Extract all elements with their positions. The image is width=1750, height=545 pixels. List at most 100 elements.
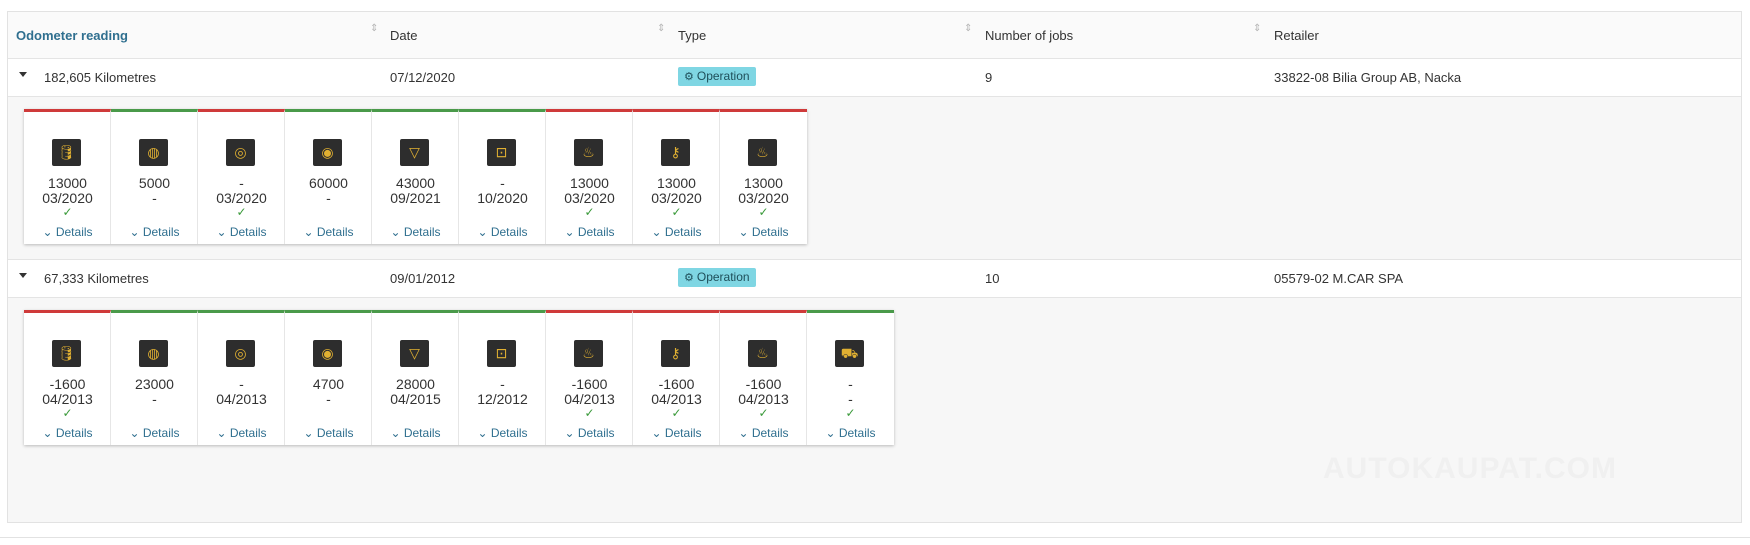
- sort-icon[interactable]: ⇕: [370, 24, 378, 34]
- check-icon: ✓: [758, 406, 769, 420]
- check-icon: ✓: [62, 205, 73, 219]
- service-tile: ◎ -04/2013 ⌄ Details: [198, 310, 285, 445]
- gear-icon: ⚙: [684, 272, 694, 284]
- details-link[interactable]: ⌄ Details: [24, 426, 111, 440]
- service-tile: ◍ 23000- ⌄ Details: [111, 310, 198, 445]
- car-service-icon: ⊡: [487, 139, 516, 166]
- tile-mileage: 13000: [657, 175, 696, 191]
- service-tile: 🛢 -1600 04/2013 ✓ ⌄ Details: [24, 310, 111, 445]
- tile-date: 10/2020: [477, 190, 528, 206]
- retailer-value: 33822-08 Bilia Group AB, Nacka: [1274, 70, 1462, 85]
- jobs-value: 9: [985, 70, 993, 85]
- details-link[interactable]: ⌄ Details: [285, 225, 372, 239]
- details-link[interactable]: ⌄ Details: [720, 426, 807, 440]
- tile-date: 03/2020: [738, 190, 789, 206]
- service-tile: ♨ -1600 04/2013 ✓ ⌄ Details: [546, 310, 633, 445]
- details-link[interactable]: ⌄ Details: [459, 426, 546, 440]
- details-link[interactable]: ⌄ Details: [720, 225, 807, 239]
- table-row[interactable]: 67,333 Kilometres 09/01/2012 ⚙ Operation …: [8, 259, 1741, 298]
- service-tile: ◎ -03/2020 ✓ ⌄ Details: [198, 109, 285, 244]
- details-link[interactable]: ⌄ Details: [546, 225, 633, 239]
- header-date[interactable]: Date: [390, 28, 417, 43]
- details-link[interactable]: ⌄ Details: [372, 426, 459, 440]
- header-odometer[interactable]: Odometer reading: [16, 28, 128, 43]
- tile-mileage: -: [239, 376, 244, 392]
- tile-date: -: [326, 391, 331, 407]
- tile-mileage: -: [848, 376, 853, 392]
- tile-date: 04/2015: [390, 391, 441, 407]
- odometer-value: 67,333 Kilometres: [44, 271, 149, 286]
- jobs-value: 10: [985, 271, 1000, 286]
- spark-plug-icon: ⚷: [661, 340, 690, 367]
- details-link[interactable]: ⌄ Details: [198, 426, 285, 440]
- tile-date: 04/2013: [738, 391, 789, 407]
- header-retailer[interactable]: Retailer: [1274, 28, 1319, 43]
- engine-oil-icon: ♨: [748, 139, 777, 166]
- tile-mileage: -1600: [49, 376, 86, 392]
- tile-mileage: -1600: [658, 376, 695, 392]
- details-link[interactable]: ⌄ Details: [24, 225, 111, 239]
- details-link[interactable]: ⌄ Details: [633, 225, 720, 239]
- check-icon: ✓: [758, 205, 769, 219]
- tile-date: -: [848, 391, 853, 407]
- type-badge: ⚙ Operation: [678, 268, 756, 287]
- sort-icon[interactable]: ⇕: [1253, 24, 1261, 34]
- brake-pad-icon: ◉: [313, 139, 342, 166]
- check-icon: ✓: [236, 205, 247, 219]
- check-icon: ✓: [671, 406, 682, 420]
- check-icon: ✓: [584, 406, 595, 420]
- tile-date: 03/2020: [564, 190, 615, 206]
- service-tile: ▽ 43000 09/2021 ⌄ Details: [372, 109, 459, 244]
- brake-disc-icon: ◎: [226, 139, 255, 166]
- header-type[interactable]: Type: [678, 28, 706, 43]
- service-tile: ♨ -1600 04/2013 ✓ ⌄ Details: [720, 310, 807, 445]
- details-link[interactable]: ⌄ Details: [546, 426, 633, 440]
- tile-mileage: -: [500, 175, 505, 191]
- tile-mileage: 43000: [396, 175, 435, 191]
- service-tile: 🛢 13000 03/2020 ✓ ⌄ Details: [24, 109, 111, 244]
- brake-icon: ◍: [139, 139, 168, 166]
- table-header: Odometer reading ⇕ Date ⇕ Type ⇕ Number …: [8, 12, 1741, 59]
- sort-icon[interactable]: ⇕: [657, 24, 665, 34]
- header-jobs[interactable]: Number of jobs: [985, 28, 1073, 43]
- sort-icon[interactable]: ⇕: [964, 24, 972, 34]
- details-link[interactable]: ⌄ Details: [111, 426, 198, 440]
- odometer-value: 182,605 Kilometres: [44, 70, 157, 85]
- tile-date: 12/2012: [477, 391, 528, 407]
- tile-mileage: -: [239, 175, 244, 191]
- table-row[interactable]: 182,605 Kilometres 07/12/2020 ⚙ Operation…: [8, 58, 1741, 97]
- expand-caret-icon[interactable]: [19, 72, 27, 77]
- details-link[interactable]: ⌄ Details: [111, 225, 198, 239]
- spark-plug-icon: ⚷: [661, 139, 690, 166]
- watermark: AUTOKAUPAT.COM: [1323, 452, 1617, 485]
- tile-date: 04/2013: [564, 391, 615, 407]
- details-link[interactable]: ⌄ Details: [372, 225, 459, 239]
- details-link[interactable]: ⌄ Details: [807, 426, 894, 440]
- tile-date: -: [326, 190, 331, 206]
- details-link[interactable]: ⌄ Details: [633, 426, 720, 440]
- tile-date: 03/2020: [216, 190, 267, 206]
- tile-mileage: -1600: [745, 376, 782, 392]
- service-tile: ⊡ -10/2020 ⌄ Details: [459, 109, 546, 244]
- car-service-icon: ⊡: [487, 340, 516, 367]
- divider: [0, 537, 1750, 538]
- tile-date: 09/2021: [390, 190, 441, 206]
- tile-mileage: 13000: [744, 175, 783, 191]
- expand-caret-icon[interactable]: [19, 273, 27, 278]
- tile-date: 03/2020: [42, 190, 93, 206]
- service-tile: ⛟ - - ✓ ⌄ Details: [807, 310, 894, 445]
- service-tile: ◍ 5000- ⌄ Details: [111, 109, 198, 244]
- jobs-panel: 🛢 13000 03/2020 ✓ ⌄ Details ◍ 5000- ⌄ Details ◎ -…: [24, 109, 807, 244]
- tile-date: 04/2013: [42, 391, 93, 407]
- brake-pad-icon: ◉: [313, 340, 342, 367]
- details-link[interactable]: ⌄ Details: [459, 225, 546, 239]
- car-icon: ⛟: [835, 340, 864, 367]
- tile-date: -: [152, 391, 157, 407]
- details-link[interactable]: ⌄ Details: [285, 426, 372, 440]
- details-link[interactable]: ⌄ Details: [198, 225, 285, 239]
- jobs-panel: 🛢 -1600 04/2013 ✓ ⌄ Details ◍ 23000- ⌄ Details ◎…: [24, 310, 894, 445]
- gear-icon: ⚙: [684, 71, 694, 83]
- engine-oil-icon: ♨: [748, 340, 777, 367]
- tile-date: 04/2013: [651, 391, 702, 407]
- type-badge: ⚙ Operation: [678, 67, 756, 86]
